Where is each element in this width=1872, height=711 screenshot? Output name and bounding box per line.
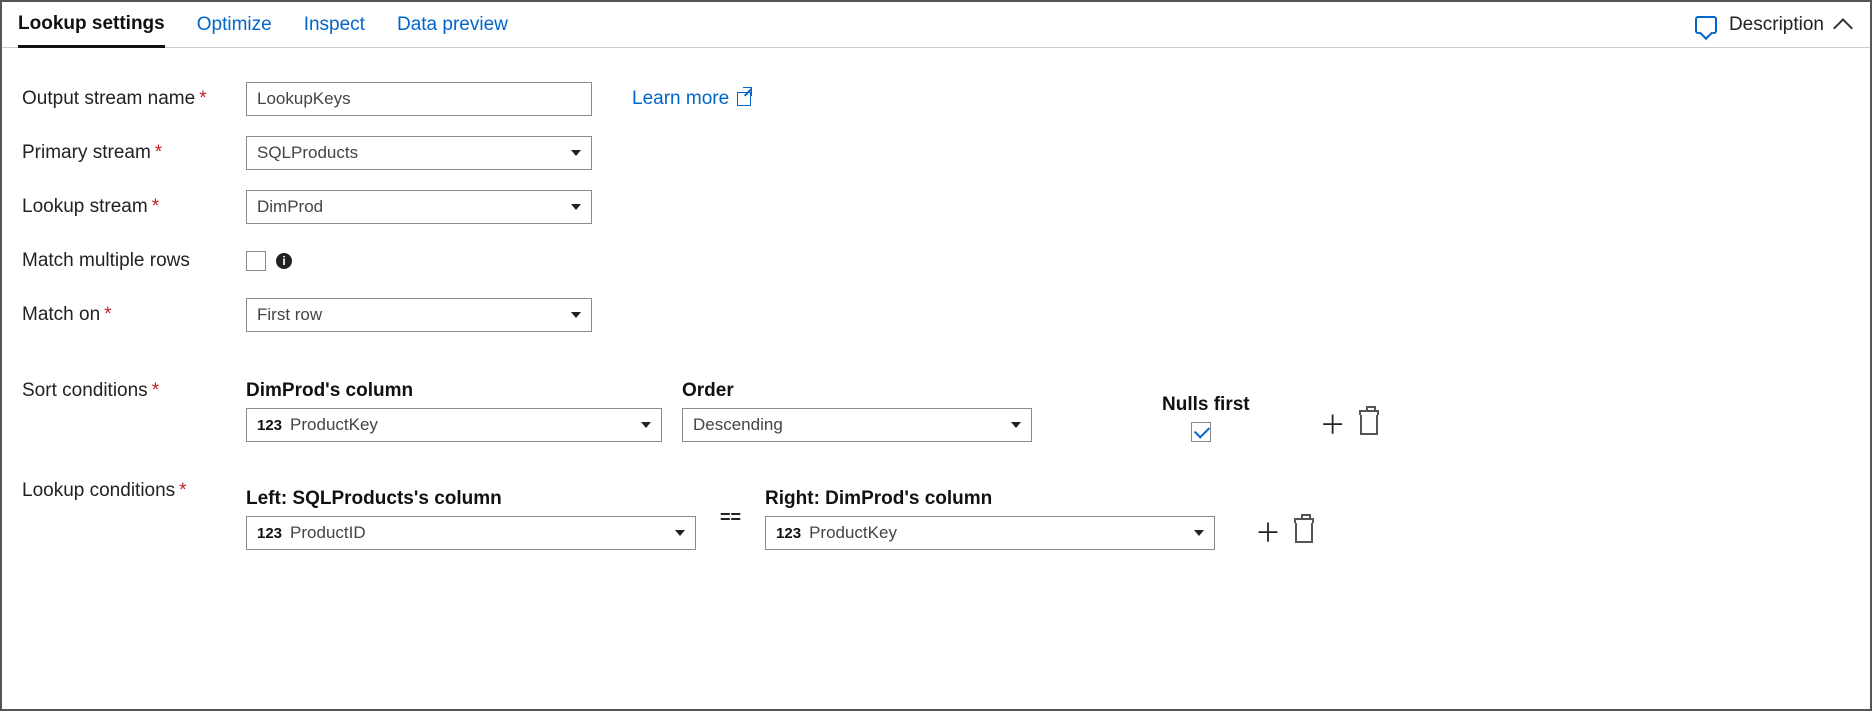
label-match-on: Match on* [22,304,246,326]
chevron-down-icon [571,150,581,156]
chevron-up-icon[interactable] [1833,18,1853,38]
chevron-down-icon [641,422,651,428]
sort-column-select[interactable]: 123ProductKey [246,408,662,442]
chevron-down-icon [571,204,581,210]
label-output-stream-name: Output stream name* [22,88,246,110]
description-toggle[interactable]: Description [1729,14,1824,36]
match-multiple-checkbox[interactable] [246,251,266,271]
lookup-left-header: Left: SQLProducts's column [246,488,696,510]
tab-data-preview[interactable]: Data preview [397,4,508,46]
sort-nulls-header: Nulls first [1162,394,1250,416]
sort-order-header: Order [682,380,1032,402]
sort-order-select[interactable]: Descending [682,408,1032,442]
delete-sort-condition-button[interactable] [1360,415,1378,435]
label-primary-stream: Primary stream* [22,142,246,164]
comment-icon [1695,16,1717,34]
lookup-stream-select[interactable]: DimProd [246,190,592,224]
label-lookup-stream: Lookup stream* [22,196,246,218]
external-link-icon [737,92,751,106]
tab-lookup-settings[interactable]: Lookup settings [18,3,165,48]
label-lookup-conditions: Lookup conditions* [22,480,246,502]
info-icon[interactable]: i [276,253,292,269]
lookup-right-header: Right: DimProd's column [765,488,1215,510]
lookup-settings-panel: Lookup settings Optimize Inspect Data pr… [0,0,1872,711]
chevron-down-icon [1011,422,1021,428]
type-badge-numeric: 123 [257,525,282,542]
learn-more-link[interactable]: Learn more [632,88,751,110]
lookup-left-select[interactable]: 123ProductID [246,516,696,550]
add-sort-condition-button[interactable]: ＋ [1320,412,1346,438]
output-stream-name-input[interactable]: LookupKeys [246,82,592,116]
delete-lookup-condition-button[interactable] [1295,523,1313,543]
lookup-right-select[interactable]: 123ProductKey [765,516,1215,550]
nulls-first-checkbox[interactable] [1191,422,1211,442]
sort-column-header: DimProd's column [246,380,662,402]
label-match-multiple: Match multiple rows [22,250,246,272]
chevron-down-icon [675,530,685,536]
label-sort-conditions: Sort conditions* [22,380,246,402]
match-on-select[interactable]: First row [246,298,592,332]
tab-bar: Lookup settings Optimize Inspect Data pr… [2,2,1870,48]
form-area: Output stream name* LookupKeys Learn mor… [2,48,1870,550]
tab-inspect[interactable]: Inspect [304,4,365,46]
type-badge-numeric: 123 [776,525,801,542]
add-lookup-condition-button[interactable]: ＋ [1255,520,1281,546]
chevron-down-icon [1194,530,1204,536]
primary-stream-select[interactable]: SQLProducts [246,136,592,170]
tab-optimize[interactable]: Optimize [197,4,272,46]
equality-operator: == [720,507,741,528]
chevron-down-icon [571,312,581,318]
type-badge-numeric: 123 [257,417,282,434]
